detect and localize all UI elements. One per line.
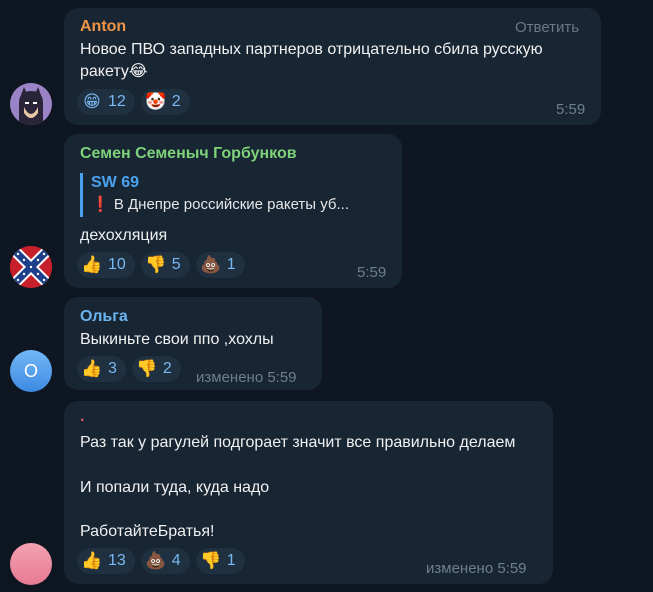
grin-emoji-icon: 😁 bbox=[83, 92, 101, 111]
reaction-poop[interactable]: 💩 1 bbox=[195, 252, 245, 278]
message-time: изменено 5:59 bbox=[426, 560, 527, 577]
message-text-line-1: Новое ПВО западных партнеров отрицательн… bbox=[80, 41, 543, 58]
avatar-letter: О bbox=[23, 360, 38, 381]
clown-emoji-icon: 🤡 bbox=[145, 92, 167, 111]
message-text-line-1: Раз так у рагулей подгорает значит все п… bbox=[80, 434, 516, 451]
thumbs-down-icon: 👎 bbox=[200, 551, 222, 570]
message-time: изменено 5:59 bbox=[196, 369, 297, 386]
message-text: дехохляция bbox=[80, 227, 168, 244]
thumbs-up-icon: 👍 bbox=[81, 359, 103, 378]
reactions-bar: 👍 3 👎 2 bbox=[77, 356, 181, 382]
reaction-count: 12 bbox=[108, 93, 126, 110]
thumbs-up-icon: 👍 bbox=[81, 255, 103, 274]
author-name[interactable]: Anton bbox=[80, 18, 126, 36]
avatar[interactable]: О bbox=[10, 350, 52, 392]
reaction-thumbs-down[interactable]: 👎 1 bbox=[195, 548, 245, 574]
reaction-count: 13 bbox=[108, 552, 126, 569]
message-text-line-2: ракету😂 bbox=[80, 63, 148, 80]
reply-link[interactable]: Ответить bbox=[515, 19, 579, 36]
reaction-count: 1 bbox=[226, 256, 236, 273]
message-time: 5:59 bbox=[357, 264, 387, 281]
reaction-thumbs-down[interactable]: 👎 5 bbox=[140, 252, 190, 278]
thumbs-down-icon: 👎 bbox=[145, 255, 167, 274]
reaction-grin[interactable]: 😁 12 bbox=[77, 89, 135, 115]
reaction-thumbs-down[interactable]: 👎 2 bbox=[131, 356, 181, 382]
message-text: Выкиньте свои ппо ,хохлы bbox=[80, 331, 274, 348]
reaction-count: 2 bbox=[171, 93, 181, 110]
reply-quote[interactable]: SW 69 ❗ В Днепре российские ракеты уб... bbox=[80, 173, 380, 217]
quote-author: SW 69 bbox=[91, 174, 140, 191]
reaction-thumbs-up[interactable]: 👍 3 bbox=[77, 356, 126, 382]
batman-avatar-icon bbox=[10, 83, 52, 125]
reaction-count: 4 bbox=[171, 552, 181, 569]
reaction-thumbs-up[interactable]: 👍 10 bbox=[77, 252, 135, 278]
reaction-count: 10 bbox=[108, 256, 126, 273]
message-text-line-3: РаботайтеБратья! bbox=[80, 523, 215, 540]
reaction-count: 5 bbox=[171, 256, 181, 273]
author-name[interactable]: Ольга bbox=[80, 308, 128, 326]
thumbs-down-icon: 👎 bbox=[136, 359, 158, 378]
poop-icon: 💩 bbox=[200, 255, 222, 274]
reactions-bar: 👍 13 💩 4 👎 1 bbox=[77, 548, 245, 574]
avatar[interactable] bbox=[10, 83, 52, 125]
author-name[interactable]: . bbox=[80, 408, 84, 426]
avatar[interactable] bbox=[10, 543, 52, 585]
thumbs-up-icon: 👍 bbox=[81, 551, 103, 570]
message-text-line-2: И попали туда, куда надо bbox=[80, 479, 270, 496]
reaction-clown[interactable]: 🤡 2 bbox=[140, 89, 190, 115]
reactions-bar: 👍 10 👎 5 💩 1 bbox=[77, 252, 245, 278]
reactions-bar: 😁 12 🤡 2 bbox=[77, 89, 190, 115]
flag-avatar-icon bbox=[10, 246, 52, 288]
author-name[interactable]: Семен Семеныч Горбунков bbox=[80, 145, 297, 163]
reaction-poop[interactable]: 💩 4 bbox=[140, 548, 190, 574]
message-time: 5:59 bbox=[556, 101, 586, 118]
poop-icon: 💩 bbox=[145, 551, 167, 570]
quote-text: ❗ В Днепре российские ракеты уб... bbox=[91, 196, 350, 213]
reaction-count: 1 bbox=[226, 552, 236, 569]
reaction-count: 2 bbox=[162, 360, 172, 377]
reaction-thumbs-up[interactable]: 👍 13 bbox=[77, 548, 135, 574]
reaction-count: 3 bbox=[108, 360, 117, 377]
avatar[interactable] bbox=[10, 246, 52, 288]
